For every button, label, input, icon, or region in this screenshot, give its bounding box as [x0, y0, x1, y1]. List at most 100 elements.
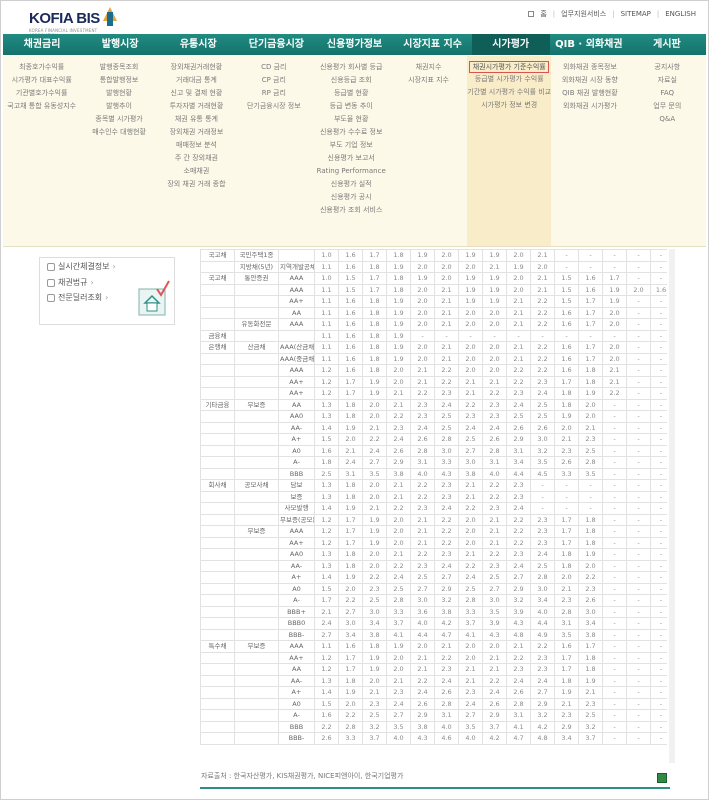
yield-cell: - [650, 375, 667, 388]
mega-menu-item[interactable]: Q&A [629, 113, 706, 126]
yield-cell: - [602, 663, 627, 676]
mega-menu-item[interactable]: 매수인수 대행현황 [80, 126, 157, 139]
yield-cell: 2.5 [530, 398, 555, 411]
mega-menu-item[interactable]: FAQ [629, 87, 706, 100]
mega-menu-item[interactable]: 신용평가 실적 [313, 178, 390, 191]
mega-menu-item[interactable]: 업무 문의 [629, 100, 706, 113]
mega-menu-item[interactable]: CP 금리 [235, 74, 312, 87]
mega-menu-item[interactable]: 신용평가 공시 [313, 191, 390, 204]
yield-cell: - [650, 720, 667, 733]
yield-cell: 2.4 [458, 421, 483, 434]
quick-link-dealer[interactable]: 전문딜러조회 › [47, 292, 108, 303]
mega-menu-item[interactable]: 주 간 장외채권 [158, 152, 235, 165]
yield-cell: 2.4 [458, 571, 483, 584]
mega-menu-item[interactable]: 자료실 [629, 74, 706, 87]
table-row: AA 1.2 1.7 1.9 2.0 2.1 2.3 2.1 2.1 2.3 2.3 1.7 1.8- -… [200, 663, 667, 676]
mega-menu-item[interactable]: 장외채권거래현황 [158, 61, 235, 74]
yield-cell: 2.2 [434, 651, 459, 664]
table-scrollbar[interactable] [669, 249, 675, 763]
nav-item-6[interactable]: 시가평가 [471, 34, 550, 55]
yield-table-container[interactable]: 국고채 국민주택1종 1.0 1.6 1.7 1.8 1.9 2.0 1.9 1.9 2.0 2.1-… [200, 249, 667, 763]
mega-menu-item[interactable]: 최종호가수익률 [3, 61, 80, 74]
row-label-cell [200, 364, 235, 377]
yield-cell: 2.0 [410, 318, 435, 331]
nav-item-4[interactable]: 신용평가정보 [315, 34, 393, 55]
nav-item-5[interactable]: 시장지표 지수 [394, 34, 472, 55]
excel-download-icon[interactable] [657, 773, 667, 783]
mega-menu-item[interactable]: 거래대금 통계 [158, 74, 235, 87]
yield-cell: 2.1 [410, 364, 435, 377]
mega-menu-item[interactable]: 기관별호가수익률 [3, 87, 80, 100]
mega-menu-item[interactable]: 기간별 시가평가 수익률 비교 [467, 86, 551, 99]
mega-menu-item[interactable]: 종목별 시가평가 [80, 113, 157, 126]
mega-menu-item[interactable]: 소매채권 [158, 165, 235, 178]
home-icon[interactable] [528, 11, 535, 17]
mega-menu-item[interactable]: QIB 채권 발행현황 [551, 87, 628, 100]
nav-item-1[interactable]: 발행시장 [81, 34, 159, 55]
mega-menu-item[interactable]: RP 금리 [235, 87, 312, 100]
nav-item-3[interactable]: 단기금융시장 [237, 34, 315, 55]
mega-menu-item[interactable]: 통합발행정보 [80, 74, 157, 87]
mega-menu-item[interactable]: 채권 유통 통계 [158, 113, 235, 126]
separator: | [656, 10, 660, 18]
quick-link-realtime[interactable]: 실시간체결정보 › [47, 261, 116, 272]
yield-cell: 4.3 [506, 617, 531, 630]
utility-link-english[interactable]: ENGLISH [665, 10, 696, 18]
mega-menu-item[interactable]: 장외 채권 거래 종합 [158, 178, 235, 191]
mega-menu-item[interactable]: 신용평가 수수료 정보 [313, 126, 390, 139]
mega-menu-item[interactable]: 매매정보 분석 [158, 139, 235, 152]
nav-item-2[interactable]: 유통시장 [159, 34, 237, 55]
mega-menu-item[interactable]: 외화채권 종목정보 [551, 61, 628, 74]
mega-menu-item[interactable]: 공지사항 [629, 61, 706, 74]
mega-menu-item[interactable]: 신용등급 조회 [313, 74, 390, 87]
utility-link-sitemap[interactable]: SITEMAP [621, 10, 651, 18]
mega-menu-item[interactable]: 외화채권 시장 동향 [551, 74, 628, 87]
mega-menu-item[interactable]: 등급 변동 추이 [313, 100, 390, 113]
mega-menu-item[interactable]: 외화채권 시가평가 [551, 100, 628, 113]
mega-menu-item[interactable]: 등급별 현황 [313, 87, 390, 100]
nav-item-7[interactable]: QIB · 외화채권 [550, 34, 628, 55]
mega-menu-item[interactable]: 채권시가평가 기준수익률 [469, 61, 550, 73]
yield-cell: 1.6 [338, 260, 363, 273]
nav-item-8[interactable]: 게시판 [628, 34, 706, 55]
mega-menu-item[interactable]: 부도 기업 정보 [313, 139, 390, 152]
mega-menu-item[interactable]: 단기금융시장 정보 [235, 100, 312, 113]
yield-cell: - [650, 387, 667, 400]
quick-link-law[interactable]: 채권법규 › [47, 277, 94, 288]
mega-menu-item[interactable]: 신용평가 회사별 등급 [313, 61, 390, 74]
mega-menu-item[interactable]: 발행종목조회 [80, 61, 157, 74]
mega-menu-item[interactable]: 투자자별 거래현황 [158, 100, 235, 113]
mega-menu-item[interactable]: 신용평가 보고서 [313, 152, 390, 165]
mega-menu-item[interactable]: 부도율 현황 [313, 113, 390, 126]
yield-cell: 1.7 [338, 536, 363, 549]
yield-cell: 2.0 [578, 410, 603, 423]
yield-cell: 2.2 [434, 364, 459, 377]
mega-menu-item[interactable]: CD 금리 [235, 61, 312, 74]
yield-cell: 1.8 [362, 295, 387, 308]
row-label-cell: 특수채 [200, 640, 235, 653]
mega-menu-item[interactable]: 장외채권 거래정보 [158, 126, 235, 139]
yield-cell: 4.0 [410, 617, 435, 630]
mega-menu-item[interactable]: 시가평가 정보 변경 [467, 99, 551, 112]
yield-cell: 2.1 [410, 663, 435, 676]
nav-item-0[interactable]: 채권금리 [3, 34, 81, 55]
yield-cell: 1.7 [578, 306, 603, 319]
mega-menu-item[interactable]: 신고 및 결제 현황 [158, 87, 235, 100]
mega-menu-item[interactable]: 등급별 시가평가 수익률 [467, 73, 551, 86]
mega-menu-item[interactable]: 국고채 통합 유동성지수 [3, 100, 80, 113]
yield-cell: 1.2 [314, 375, 339, 388]
mega-menu-item[interactable]: 신용평가 조회 서비스 [313, 204, 390, 217]
mega-menu-item[interactable]: 발행추이 [80, 100, 157, 113]
utility-link-home[interactable]: 홈 [540, 9, 546, 19]
kofia-bis-logo[interactable]: KOFIA BIS KOREA FINANCIAL INVESTMENT ASS… [29, 7, 119, 38]
mega-menu-item[interactable]: 시장지표 지수 [390, 74, 467, 87]
mega-menu-item[interactable]: 발행현황 [80, 87, 157, 100]
yield-cell: - [650, 686, 667, 699]
utility-link-support[interactable]: 업무지원서비스 [561, 9, 606, 19]
mega-menu-item[interactable]: Rating Performance [313, 165, 390, 178]
mega-menu-item[interactable]: 채권지수 [390, 61, 467, 74]
mega-menu-item[interactable]: 시가평가 대표수익률 [3, 74, 80, 87]
yield-cell: 3.5 [458, 720, 483, 733]
yield-cell: 2.0 [386, 651, 411, 664]
yield-cell: 1.1 [314, 318, 339, 331]
